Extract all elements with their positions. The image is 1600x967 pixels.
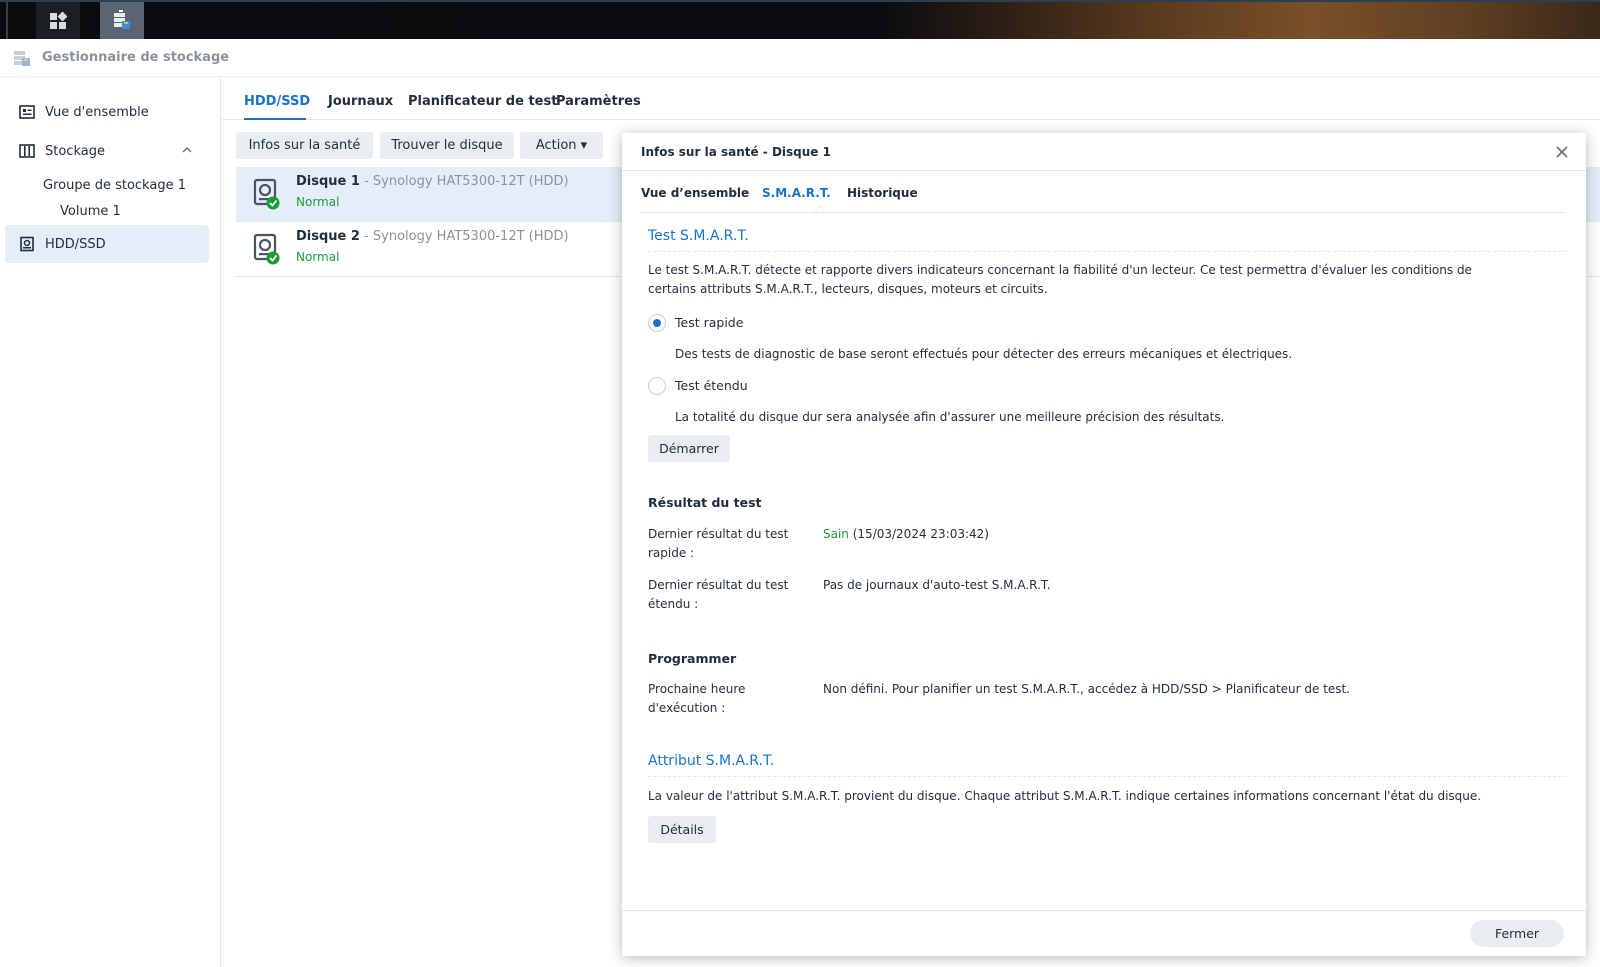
health-info-button[interactable]: Infos sur la santé	[236, 132, 373, 159]
disk-model: - Synology HAT5300-12T (HDD)	[359, 229, 569, 244]
dialog-title: Infos sur la santé - Disque 1	[641, 145, 831, 159]
active-tab-caret	[813, 206, 825, 212]
tab-hdd-ssd[interactable]: HDD/SSD	[244, 94, 310, 109]
hdd-healthy-icon	[253, 178, 281, 214]
main-menu-button[interactable]	[36, 2, 80, 39]
sidebar-item-storage-pool[interactable]: Groupe de stockage 1	[43, 178, 186, 193]
sidebar-item-volume[interactable]: Volume 1	[60, 204, 121, 219]
quick-result-status: Sain	[823, 527, 849, 541]
key-line: étendu :	[648, 597, 699, 611]
storage-manager-icon	[114, 9, 130, 29]
tab-parametres[interactable]: Paramètres	[556, 94, 641, 109]
quick-test-description: Des tests de diagnostic de base seront e…	[675, 347, 1293, 361]
description-line: certains attributs S.M.A.R.T., lecteurs,…	[648, 282, 1048, 296]
extended-result-value: Pas de journaux d'auto-test S.M.A.R.T.	[823, 578, 1051, 592]
dialog-footer: Fermer	[622, 910, 1586, 956]
key-line: d'exécution :	[648, 701, 726, 715]
smart-attribute-description: La valeur de l'attribut S.M.A.R.T. provi…	[648, 789, 1482, 803]
extended-test-radio[interactable]	[648, 377, 666, 395]
quick-test-radio[interactable]	[648, 314, 666, 332]
close-icon	[1556, 146, 1568, 158]
sidebar-item-label: Vue d'ensemble	[45, 104, 149, 120]
disk-name: Disque 1	[296, 174, 360, 189]
sidebar-item-label: Stockage	[45, 143, 105, 159]
hdd-icon	[19, 236, 35, 252]
disk-title: Disque 1 - Synology HAT5300-12T (HDD)	[296, 174, 569, 189]
taskbar-divider	[6, 2, 8, 39]
tab-planificateur[interactable]: Planificateur de test	[408, 94, 557, 109]
sidebar-item-hdd-ssd[interactable]: HDD/SSD	[5, 225, 209, 263]
active-tab-indicator	[244, 118, 306, 120]
storage-manager-taskbar-button[interactable]	[100, 2, 144, 39]
disk-status: Normal	[296, 250, 340, 264]
key-line: Dernier résultat du test	[648, 527, 789, 541]
quick-result-date: (15/03/2024 23:03:42)	[848, 527, 989, 541]
action-dropdown-button[interactable]: Action ▾	[520, 132, 603, 159]
app-title: Gestionnaire de stockage	[42, 50, 230, 65]
next-run-value: Non défini. Pour planifier un test S.M.A…	[823, 682, 1351, 696]
storage-manager-app-icon	[14, 50, 30, 66]
disk-title: Disque 2 - Synology HAT5300-12T (HDD)	[296, 229, 569, 244]
schedule-heading: Programmer	[648, 651, 737, 666]
main-tab-bar: HDD/SSD Journaux Planificateur de test P…	[222, 84, 1600, 120]
storage-icon	[19, 143, 35, 159]
sidebar-item-label: HDD/SSD	[45, 236, 106, 252]
next-run-key: Prochaine heure d'exécution :	[648, 680, 808, 718]
start-test-button[interactable]: Démarrer	[648, 435, 730, 462]
extended-result-key: Dernier résultat du test étendu :	[648, 576, 808, 614]
details-button[interactable]: Détails	[648, 816, 716, 843]
key-line: Prochaine heure	[648, 682, 746, 696]
health-info-dialog: Infos sur la santé - Disque 1 Vue d’ense…	[622, 133, 1586, 956]
dialog-header: Infos sur la santé - Disque 1	[622, 133, 1586, 171]
quick-result-key: Dernier résultat du test rapide :	[648, 525, 808, 563]
taskbar-top-stripe	[0, 0, 1600, 2]
quick-test-label[interactable]: Test rapide	[675, 315, 743, 330]
fermer-button[interactable]: Fermer	[1470, 920, 1564, 947]
overview-icon	[19, 104, 35, 120]
tab-history[interactable]: Historique	[847, 186, 918, 200]
section-title-smart-attribute: Attribut S.M.A.R.T.	[648, 753, 775, 769]
sidebar: Vue d'ensemble Stockage Groupe de stocka…	[0, 77, 221, 967]
key-line: Dernier résultat du test	[648, 578, 789, 592]
tab-journaux[interactable]: Journaux	[328, 94, 393, 109]
main-menu-icon	[50, 11, 68, 29]
chevron-up-icon[interactable]	[181, 144, 193, 156]
quick-result-value: Sain (15/03/2024 23:03:42)	[823, 527, 989, 541]
section-divider	[648, 251, 1566, 252]
locate-disk-button[interactable]: Trouver le disque	[380, 132, 514, 159]
test-result-heading: Résultat du test	[648, 495, 762, 510]
tab-overview[interactable]: Vue d’ensemble	[641, 186, 749, 200]
disk-model: - Synology HAT5300-12T (HDD)	[359, 174, 569, 189]
sidebar-item-overview[interactable]: Vue d'ensemble	[5, 93, 209, 131]
tab-smart[interactable]: S.M.A.R.T.	[762, 186, 831, 200]
hdd-healthy-icon	[253, 233, 281, 269]
description-line: Le test S.M.A.R.T. détecte et rapporte d…	[648, 263, 1472, 277]
app-title-bar: Gestionnaire de stockage	[0, 39, 1600, 77]
disk-status: Normal	[296, 195, 340, 209]
dialog-tab-bar: Vue d’ensemble S.M.A.R.T. Historique	[641, 171, 1565, 213]
extended-test-label[interactable]: Test étendu	[675, 378, 748, 393]
taskbar	[0, 0, 1600, 39]
section-divider	[648, 776, 1566, 777]
extended-test-description: La totalité du disque dur sera analysée …	[675, 410, 1225, 424]
section-title-smart-test: Test S.M.A.R.T.	[648, 228, 749, 244]
close-button[interactable]	[1552, 142, 1572, 162]
smart-test-description: Le test S.M.A.R.T. détecte et rapporte d…	[648, 261, 1472, 299]
key-line: rapide :	[648, 546, 695, 560]
disk-name: Disque 2	[296, 229, 360, 244]
sidebar-item-storage[interactable]: Stockage	[5, 132, 209, 170]
